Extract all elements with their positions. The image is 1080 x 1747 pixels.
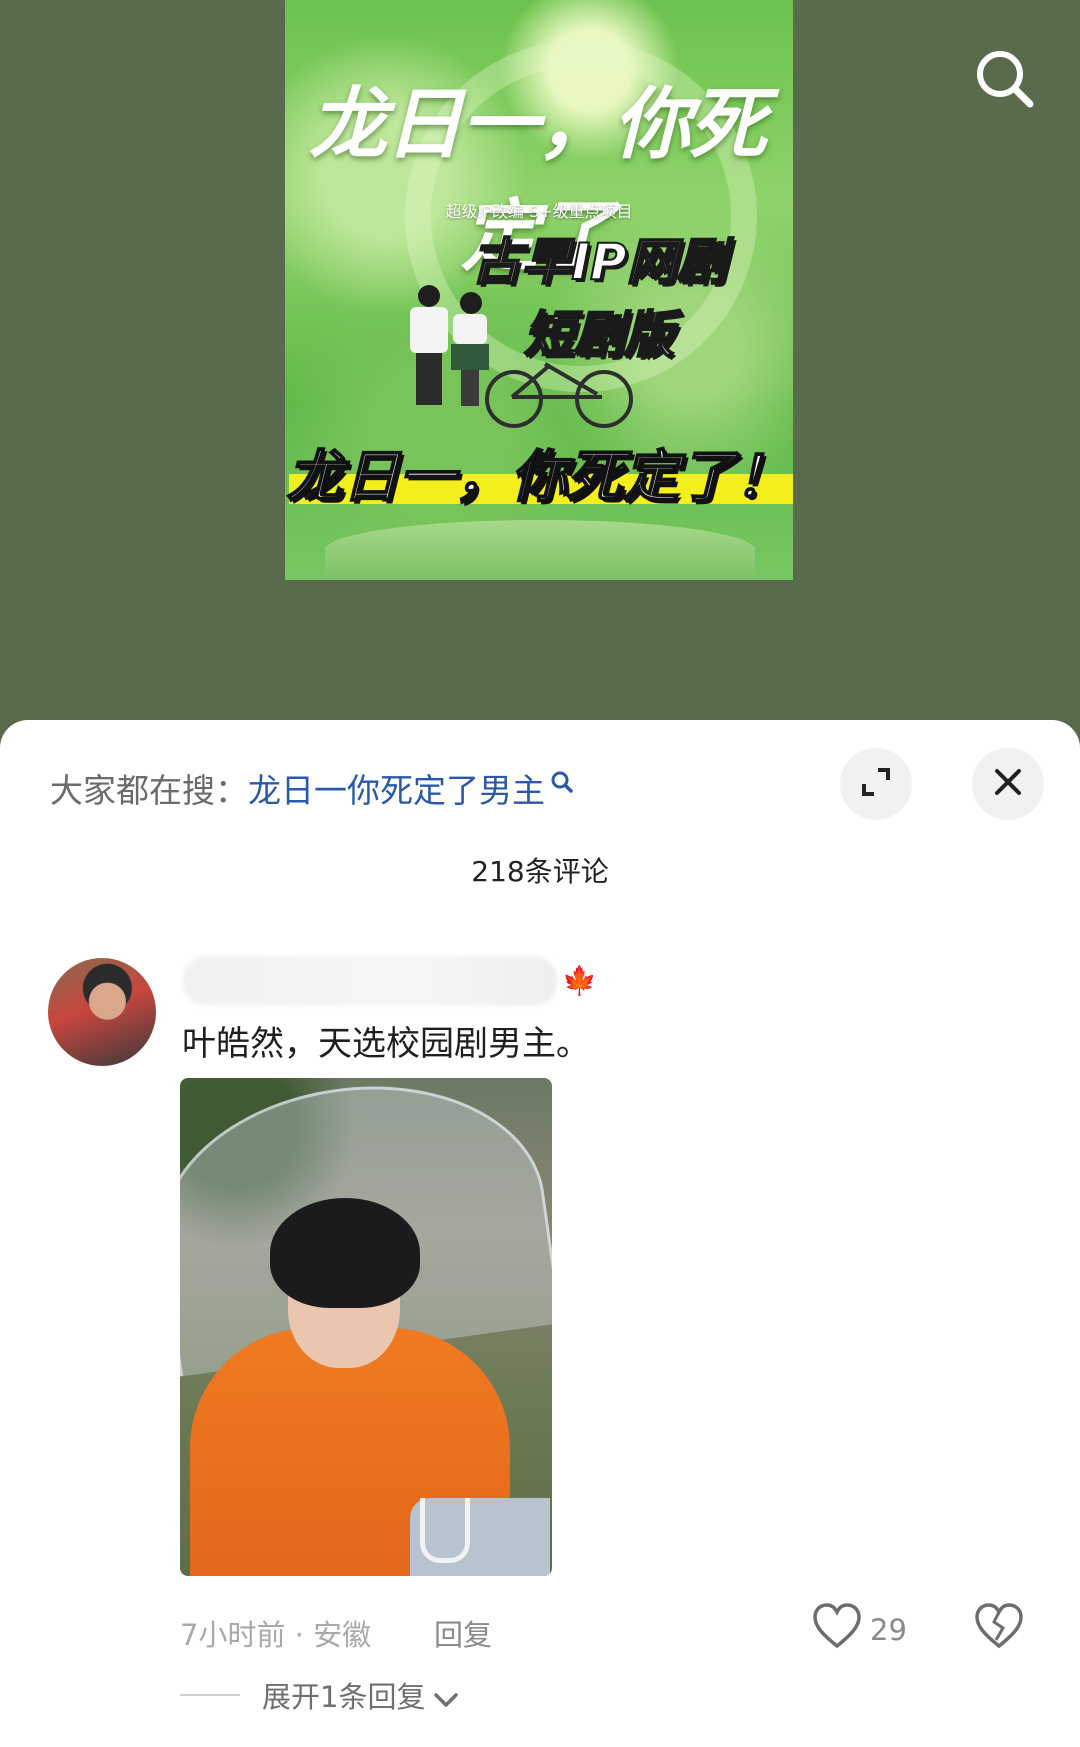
comment-photo[interactable] [180,1078,552,1576]
comment-location: 安徽 [313,1618,372,1652]
comments-sheet: 大家都在搜：龙日一你死定了男主 218条评论 🍁 叶皓然，天选校园剧男主。 7小… [0,720,1080,1747]
meta-separator: · [294,1618,314,1652]
close-icon [992,766,1024,802]
avatar[interactable] [48,958,156,1066]
poster-book-decoration [325,520,755,580]
comment-count: 218条评论 [471,855,609,888]
maple-leaf-badge-icon: 🍁 [562,964,597,997]
poster-bottom-title: 龙日一，你死定了！ [286,444,792,511]
expand-replies-label: 展开1条回复 [262,1680,426,1714]
photo-umbrella-handle [420,1498,470,1563]
heart-icon [812,1603,862,1654]
photo-person-hair [270,1198,420,1308]
like-button[interactable] [812,1602,862,1650]
fullscreen-expand-button[interactable] [840,748,912,820]
drama-poster-image: 龙日一，你死定了 超级IP改编 S+级重点项目 古早IP网剧 短剧版 龙日一，你… [285,0,793,580]
video-area[interactable]: 龙日一，你死定了 超级IP改编 S+级重点项目 古早IP网剧 短剧版 龙日一，你… [0,0,1080,740]
expand-replies-button[interactable]: 展开1条回复 [262,1674,459,1716]
search-icon[interactable] [970,44,1040,114]
comment-meta: 7小时前 · 安徽 [180,1612,371,1654]
hot-search-prefix: 大家都在搜： [50,771,248,810]
hot-search-bar[interactable]: 大家都在搜：龙日一你死定了男主 [50,764,575,812]
expand-icon [858,764,894,804]
like-count: 29 [870,1613,907,1647]
dislike-button[interactable] [974,1602,1024,1650]
broken-heart-icon [974,1603,1024,1654]
small-search-icon [549,764,575,803]
username-redacted[interactable] [182,956,558,1006]
poster-subline: 超级IP改编 S+级重点项目 [445,202,633,221]
hot-search-keyword[interactable]: 龙日一你死定了男主 [248,771,545,810]
comment-time: 7小时前 [180,1618,286,1652]
expand-divider [180,1694,240,1696]
poster-tag-line1: 古早IP网剧 [470,232,727,292]
reply-button[interactable]: 回复 [434,1612,492,1654]
close-button[interactable] [972,748,1044,820]
chevron-down-icon [433,1682,459,1716]
comment-text: 叶皓然，天选校园剧男主。 [182,1024,590,1064]
